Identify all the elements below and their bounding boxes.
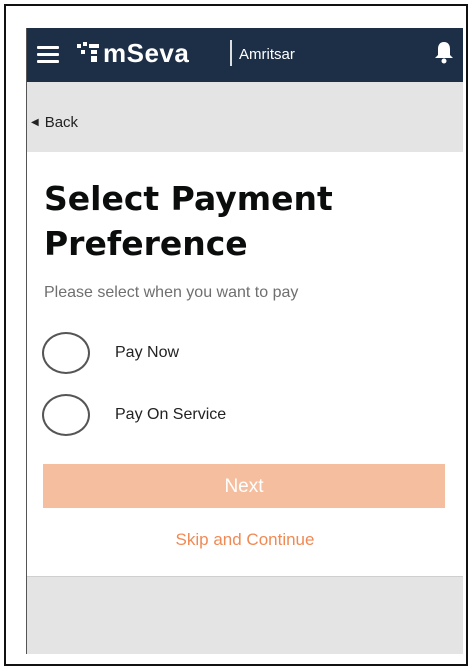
bell-icon[interactable]: [433, 40, 455, 64]
back-label: Back: [44, 114, 79, 131]
payment-preference-card: Select Payment Preference Please select …: [27, 152, 463, 577]
app-screen: mSeva Amritsar ◀ Back Select Payment Pre…: [26, 28, 463, 654]
header-divider: [230, 40, 232, 66]
option-pay-on-service[interactable]: Pay On Service: [42, 394, 226, 436]
page-title: Select Payment Preference: [44, 176, 444, 266]
option-pay-now[interactable]: Pay Now: [42, 332, 179, 374]
pay-on-service-label: Pay On Service: [115, 406, 227, 423]
skip-and-continue-link[interactable]: Skip and Continue: [27, 530, 463, 550]
pay-on-service-radio[interactable]: [42, 394, 90, 436]
pay-now-radio[interactable]: [42, 332, 90, 374]
page-subtitle: Please select when you want to pay: [44, 284, 299, 301]
page-title-line2: Preference: [44, 224, 248, 263]
hamburger-menu-icon[interactable]: [37, 46, 59, 64]
back-bar: [27, 82, 463, 152]
pay-now-label: Pay Now: [115, 344, 180, 361]
page-title-line1: Select Payment: [44, 179, 333, 218]
back-button[interactable]: ◀ Back: [31, 114, 78, 131]
back-arrow-icon: ◀: [31, 117, 39, 128]
mseva-logo-icon: [77, 42, 99, 62]
app-name: mSeva: [103, 38, 190, 68]
next-button[interactable]: Next: [43, 464, 445, 508]
screenshot-frame: mSeva Amritsar ◀ Back Select Payment Pre…: [4, 4, 468, 666]
city-label: Amritsar: [239, 46, 295, 63]
top-bar: mSeva Amritsar: [27, 28, 463, 82]
